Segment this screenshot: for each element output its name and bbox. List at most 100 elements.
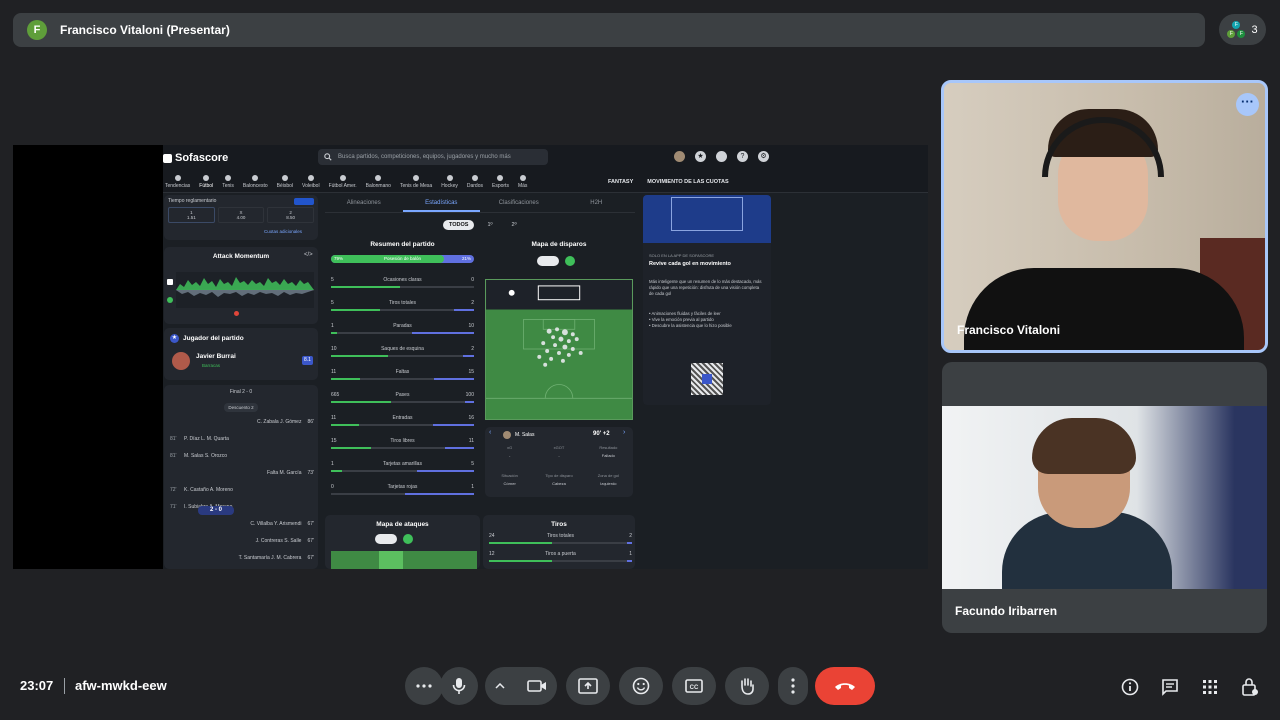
sport-nav-item[interactable]: Dardos [467, 175, 483, 189]
sofascore-header-icons: ★ ? ⚙ [674, 151, 769, 162]
chevron-right-icon[interactable]: › [623, 429, 625, 436]
participant-count: 3 [1251, 23, 1258, 36]
odds-option-home[interactable]: 1 1.51 [168, 207, 215, 223]
away-team-toggle[interactable] [565, 256, 575, 266]
sport-nav-item[interactable]: Baloncesto [243, 175, 268, 189]
attack-map-card: Mapa de ataques [325, 515, 480, 569]
present-screen-button[interactable] [566, 667, 610, 705]
embed-icon[interactable]: </> [304, 252, 313, 258]
tab-standings[interactable]: Clasificaciones [480, 195, 558, 212]
microphone-button[interactable] [440, 667, 478, 705]
possession-label: Posesión de balón [383, 256, 422, 261]
stat-bar-away [411, 332, 474, 334]
stat-bar-home [331, 332, 338, 334]
red-card-icon [234, 311, 239, 316]
sport-nav-item[interactable]: Tenis [222, 175, 234, 189]
event-text: P. Díaz L. M. Quarta [184, 436, 229, 442]
summary-title: Resumen del partido [370, 241, 435, 248]
promo-title: Revive cada gol en movimiento [649, 261, 731, 267]
captions-button[interactable]: CC [672, 667, 716, 705]
more-options-button[interactable] [778, 667, 808, 705]
participants-chip[interactable]: F F F 3 [1219, 14, 1266, 45]
sport-nav-item[interactable]: Fútbol [199, 175, 213, 189]
goal-score-badge: 2 - 0 [198, 506, 234, 515]
promo-eyebrow: SOLO EN LA APP DE SOFASCORE [649, 253, 715, 258]
event-text: C. Villalba Y. Arismendi [250, 521, 302, 527]
sport-nav-item[interactable]: Esports [492, 175, 509, 189]
monitor-icon[interactable] [716, 151, 727, 162]
possession-bar: 79% 21% Posesión de balón [331, 255, 474, 263]
attack-map-title: Mapa de ataques [376, 521, 429, 528]
stat-label: Saques de esquina [381, 346, 424, 352]
participant-tile-active[interactable]: ··· Francisco Vitaloni [941, 80, 1268, 353]
sport-nav-item[interactable]: Fútbol Amer. [329, 175, 357, 189]
stat-bar-home [331, 355, 389, 357]
more-options-icon[interactable]: ··· [1236, 93, 1259, 116]
event-row: Falta M. García 73' [170, 470, 314, 476]
event-minute: 71' [170, 504, 177, 510]
stat-away-value: 11 [468, 438, 474, 444]
tab-statistics[interactable]: Estadísticas [402, 195, 480, 212]
chevron-left-icon[interactable]: ‹ [489, 429, 491, 436]
sport-icon [375, 175, 382, 181]
star-icon: ★ [170, 334, 179, 343]
sport-nav-item[interactable]: Más [518, 175, 527, 189]
shot-player-name: M. Salas [515, 432, 535, 438]
search-icon [324, 153, 332, 161]
sofascore-search[interactable]: Busca partidos, competiciones, equipos, … [318, 149, 548, 165]
more-audio-options-button[interactable] [405, 667, 443, 705]
meeting-code[interactable]: afw-mwkd-eew [75, 678, 167, 693]
star-icon[interactable]: ★ [695, 151, 706, 162]
sport-nav-item[interactable]: Tenis de Mesa [400, 175, 432, 189]
sport-icon [339, 175, 346, 181]
sport-nav-item[interactable]: Balonmano [366, 175, 391, 189]
shot-map-title: Mapa de disparos [531, 241, 587, 248]
period-all[interactable]: TODOS [443, 220, 475, 230]
settings-icon[interactable]: ⚙ [758, 151, 769, 162]
odds-options: 1 1.51 X 4.00 2 8.50 [168, 207, 315, 223]
odds-option-away[interactable]: 2 8.50 [267, 207, 315, 223]
clock: 23:07 [20, 678, 54, 693]
more-odds-link[interactable]: Cuotas adicionales [264, 229, 302, 234]
leave-call-button[interactable] [815, 667, 875, 705]
sport-nav-right: FANTASY MOVIMIENTO DE LAS CUOTAS [608, 179, 729, 185]
home-team-toggle[interactable] [537, 256, 559, 266]
activities-button[interactable] [1197, 674, 1223, 700]
help-icon[interactable]: ? [737, 151, 748, 162]
odds-movement-link[interactable]: MOVIMIENTO DE LAS CUOTAS [647, 179, 728, 185]
sport-nav-item[interactable]: Béisbol [277, 175, 293, 189]
raise-hand-button[interactable] [725, 667, 769, 705]
sport-nav-item[interactable]: Hockey [441, 175, 458, 189]
event-row: 72' K. Castaño A. Moreno [170, 487, 314, 493]
shots-stats-card: Tiros 24 Tiros totales 2 12 Tiros a puerta 1 [483, 515, 635, 569]
stat-row: 0 Tarjetas rojas 1 [331, 484, 474, 504]
fantasy-link[interactable]: FANTASY [608, 179, 633, 185]
participant-tile[interactable]: Facundo Iribarren [942, 362, 1267, 633]
attack-map-pitch [331, 551, 477, 569]
player-team: Barracas [202, 363, 221, 368]
reactions-button[interactable] [619, 667, 663, 705]
chevron-up-icon[interactable] [495, 683, 505, 689]
tab-lineups[interactable]: Alineaciones [325, 195, 403, 212]
tab-h2h[interactable]: H2H [558, 195, 636, 212]
away-team-toggle[interactable] [403, 534, 413, 544]
stat-row: 5 Ocasiones claras 0 [331, 277, 474, 297]
attack-momentum-card: Attack Momentum </> [164, 247, 318, 324]
sport-nav-label: Tenis [222, 183, 234, 189]
meeting-details-button[interactable] [1117, 674, 1143, 700]
odds-option-draw[interactable]: X 4.00 [217, 207, 265, 223]
camera-icon[interactable] [527, 679, 547, 693]
sport-nav-item[interactable]: Tendencias [165, 175, 190, 189]
home-team-toggle[interactable] [375, 534, 397, 544]
period-second-half[interactable]: 2º [506, 220, 523, 230]
event-row: C. Zabala J. Gómez 86' [170, 419, 314, 425]
host-controls-button[interactable] [1237, 674, 1263, 700]
stat-bar-away [626, 560, 632, 562]
sport-nav-item[interactable]: Voleibol [302, 175, 320, 189]
user-avatar-icon[interactable] [674, 151, 685, 162]
chat-button[interactable] [1157, 674, 1183, 700]
period-first-half[interactable]: 1º [481, 220, 498, 230]
sport-nav-label: Tendencias [165, 183, 191, 189]
player-of-match-card[interactable]: ★ Jugador del partido Javier Burrai Barr… [164, 328, 318, 380]
stat-row: 1 Paradas 10 [331, 323, 474, 343]
